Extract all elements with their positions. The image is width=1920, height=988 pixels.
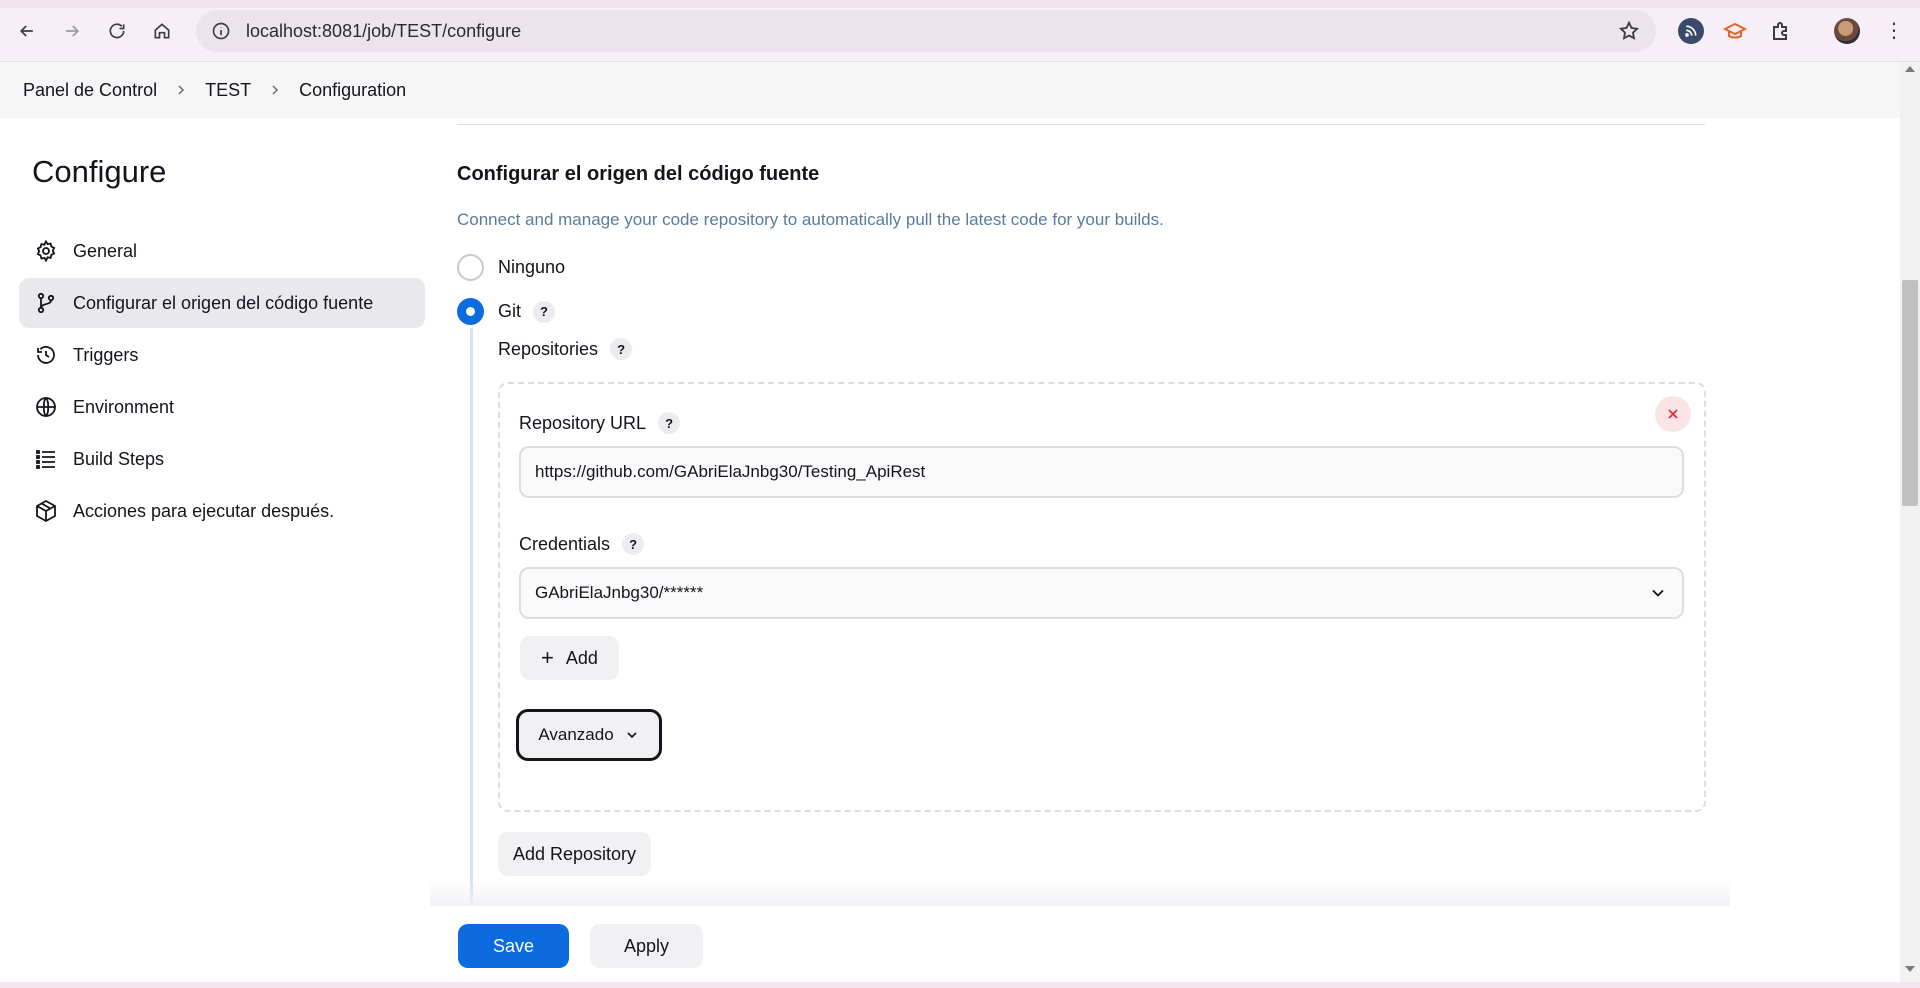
add-button-label: Add [565, 647, 598, 668]
add-credentials-button[interactable]: + Add [520, 636, 619, 680]
list-icon [33, 446, 59, 472]
sidebar-item-build-steps[interactable]: Build Steps [19, 434, 425, 484]
radio-label-none: Ninguno [498, 257, 566, 277]
credentials-help-icon[interactable]: ? [622, 533, 645, 555]
branch-icon [33, 290, 59, 316]
address-bar[interactable]: localhost:8081/job/TEST/configure [196, 10, 1656, 52]
gear-icon [33, 238, 59, 264]
scroll-up-arrow-icon[interactable] [1905, 66, 1915, 72]
sidebar-item-label: Build Steps [73, 448, 165, 469]
repository-url-label: Repository URL [519, 412, 647, 433]
add-repository-button[interactable]: Add Repository [498, 832, 651, 876]
breadcrumb-job-link[interactable]: TEST [205, 80, 251, 101]
extensions-puzzle-icon[interactable] [1768, 18, 1794, 44]
close-icon [1668, 409, 1678, 419]
bottom-bar-shadow [430, 880, 1730, 908]
sidebar-item-label: Configurar el origen del código fuente [73, 292, 374, 313]
radio-label-git: Git [498, 301, 522, 321]
rss-extension-icon[interactable] [1678, 18, 1704, 44]
advanced-button-label: Avanzado [538, 725, 614, 744]
graduation-cap-extension-icon[interactable] [1722, 18, 1748, 44]
chevron-down-icon [627, 732, 637, 739]
sidebar-item-environment[interactable]: Environment [19, 382, 425, 432]
package-icon [33, 498, 59, 524]
forward-button[interactable] [55, 14, 89, 48]
scroll-down-arrow-icon[interactable] [1905, 966, 1915, 972]
credentials-select[interactable]: GAbriElaJnbg30/****** [519, 567, 1684, 619]
save-button[interactable]: Save [458, 924, 569, 968]
section-description: Connect and manage your code repository … [457, 210, 1164, 229]
radio-option-git[interactable]: Git ? [457, 298, 556, 325]
sidebar-item-general[interactable]: General [19, 226, 425, 276]
home-button[interactable] [145, 14, 179, 48]
repository-url-help-icon[interactable]: ? [658, 412, 681, 434]
repositories-help-icon[interactable]: ? [610, 338, 633, 360]
repositories-heading: Repositories ? [498, 338, 633, 360]
page-scrollbar[interactable] [1900, 62, 1920, 982]
reload-icon [109, 23, 125, 39]
sidebar-item-label: Environment [73, 396, 175, 417]
sidebar-item-label: Acciones para ejecutar después. [73, 500, 335, 521]
radio-option-none[interactable]: Ninguno [457, 254, 565, 281]
sidebar-item-triggers[interactable]: Triggers [19, 330, 425, 380]
sidebar-item-source-code[interactable]: Configurar el origen del código fuente [19, 278, 425, 328]
apply-button[interactable]: Apply [590, 924, 703, 968]
radio-none[interactable] [457, 254, 484, 281]
repository-url-input[interactable] [519, 446, 1684, 498]
breadcrumb: Panel de Control TEST Configuration [0, 62, 1900, 118]
remove-repository-button[interactable] [1655, 396, 1691, 432]
browser-menu-icon[interactable]: ⋮ [1884, 18, 1904, 44]
arrow-left-icon [19, 25, 33, 37]
breadcrumb-current-page[interactable]: Configuration [299, 80, 406, 101]
breadcrumb-dashboard-link[interactable]: Panel de Control [23, 80, 157, 101]
bookmark-star-icon[interactable] [1618, 20, 1640, 42]
repositories-label: Repositories [498, 338, 599, 359]
profile-avatar[interactable] [1834, 18, 1860, 44]
home-icon [154, 23, 170, 39]
radio-git[interactable] [457, 298, 484, 325]
credentials-heading: Credentials ? [519, 533, 645, 555]
site-info-icon[interactable] [210, 20, 232, 42]
git-section-indent-line [470, 328, 473, 908]
sidebar-item-label: General [73, 240, 138, 261]
scrollbar-thumb[interactable] [1902, 280, 1918, 506]
git-help-icon[interactable]: ? [533, 300, 556, 323]
url-text[interactable]: localhost:8081/job/TEST/configure [246, 21, 521, 42]
globe-icon [33, 394, 59, 420]
back-button[interactable] [10, 14, 44, 48]
plus-icon: + [541, 645, 554, 670]
chevron-down-icon [1648, 583, 1668, 603]
chevron-right-icon [269, 84, 281, 96]
window-bottom-edge [0, 982, 1920, 988]
sidebar-item-post-build-actions[interactable]: Acciones para ejecutar después. [19, 486, 425, 536]
credentials-label: Credentials [519, 533, 611, 554]
sidebar-item-label: Triggers [73, 344, 139, 365]
repository-url-heading: Repository URL ? [519, 412, 681, 434]
section-divider [457, 124, 1705, 125]
clock-icon [33, 342, 59, 368]
section-title: Configurar el origen del código fuente [457, 163, 820, 185]
chevron-right-icon [175, 84, 187, 96]
tab-strip [0, 0, 1920, 8]
reload-button[interactable] [100, 14, 134, 48]
credentials-selected-value: GAbriElaJnbg30/****** [535, 583, 704, 602]
sidebar-title: Configure [32, 154, 167, 189]
arrow-right-icon [66, 25, 80, 37]
advanced-button[interactable]: Avanzado [516, 709, 662, 761]
